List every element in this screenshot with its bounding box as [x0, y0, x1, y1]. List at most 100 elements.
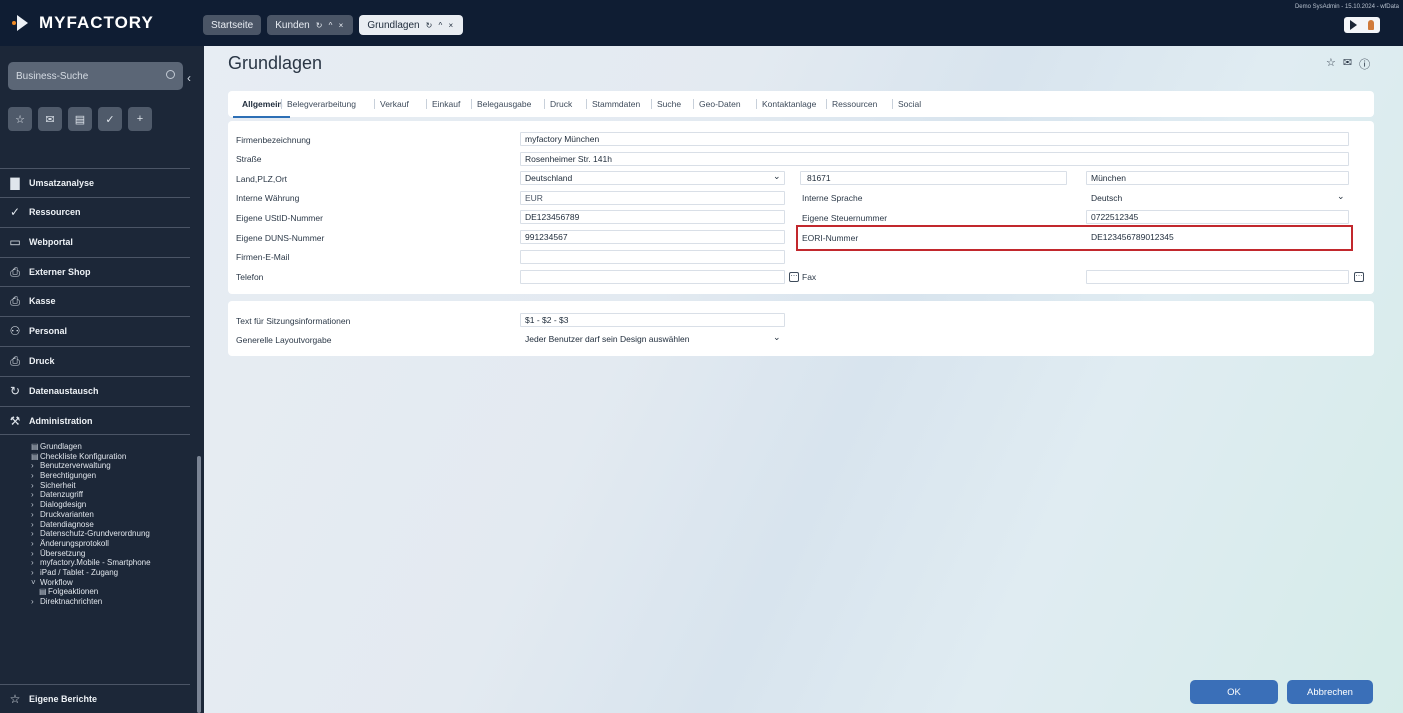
chevron-right-icon: › [31, 558, 34, 568]
star-icon: ☆ [9, 692, 21, 706]
tab-geo-daten[interactable]: Geo-Daten [699, 99, 741, 109]
chevron-down-icon[interactable]: ⌄ [773, 171, 781, 182]
subnav-folgeaktionen[interactable]: ▤Folgeaktionen [31, 587, 191, 597]
duns-field[interactable]: 991234567 [520, 230, 785, 244]
nav-label: Externer Shop [29, 267, 91, 277]
help-icon[interactable]: ⓘ [1359, 56, 1370, 72]
subnav-direktnachrichten[interactable]: › Direktnachrichten [31, 597, 191, 607]
chevron-down-icon[interactable]: ⌄ [1337, 191, 1345, 202]
home-button[interactable] [1344, 17, 1362, 33]
tab-grundlagen[interactable]: Grundlagen ↻ ^ × [359, 15, 464, 35]
tasks-icon[interactable]: ✓ [98, 107, 122, 131]
page-icon: ▤ [39, 587, 47, 597]
nav-personal[interactable]: ⚇ Personal [0, 316, 190, 345]
phone-dial-icon[interactable]: ⋯ [789, 272, 799, 282]
favorites-icon[interactable]: ☆ [8, 107, 32, 131]
tab-einkauf[interactable]: Einkauf [432, 99, 460, 109]
subnav-label: Datenzugriff [40, 490, 83, 500]
subnav-aenderungsprotokoll[interactable]: › Änderungsprotokoll [31, 539, 191, 549]
tab-ressourcen[interactable]: Ressourcen [832, 99, 877, 109]
chevron-down-icon[interactable]: ⌄ [773, 332, 781, 343]
page-icon: ▤ [31, 451, 39, 461]
tab-stammdaten[interactable]: Stammdaten [592, 99, 640, 109]
add-icon[interactable]: + [128, 107, 152, 131]
sprache-select[interactable]: Deutsch [1086, 191, 1349, 205]
plz-field[interactable]: 81671 [800, 171, 1067, 185]
nav-datenaustausch[interactable]: ↻ Datenaustausch [0, 376, 190, 405]
email-label: Firmen-E-Mail [236, 252, 290, 262]
subnav-label: Datenschutz-Grundverordnung [40, 529, 150, 539]
tab-controls-icon[interactable]: ↻ ^ × [316, 21, 346, 30]
chevron-right-icon: › [31, 519, 34, 529]
subnav-datenzugriff[interactable]: › Datenzugriff [31, 490, 191, 500]
subnav-grundlagen[interactable]: ▤Grundlagen [31, 442, 191, 452]
nav-webportal[interactable]: ▭ Webportal [0, 227, 190, 256]
cancel-button[interactable]: Abbrechen [1287, 680, 1373, 704]
nav-eigene-berichte[interactable]: ☆ Eigene Berichte [0, 684, 190, 713]
tab-kunden[interactable]: Kunden ↻ ^ × [267, 15, 354, 35]
subnav-dialogdesign[interactable]: › Dialogdesign [31, 500, 191, 510]
steuernummer-field[interactable]: 0722512345 [1086, 210, 1349, 224]
ustid-field[interactable]: DE123456789 [520, 210, 785, 224]
telefon-field[interactable] [520, 270, 785, 284]
subnav-label: Grundlagen [40, 442, 82, 451]
sync-icon: ↻ [9, 384, 21, 398]
subnav-ipad[interactable]: › iPad / Tablet - Zugang [31, 568, 191, 578]
tab-controls-icon[interactable]: ↻ ^ × [426, 21, 456, 30]
subnav-uebersetzung[interactable]: › Übersetzung [31, 549, 191, 559]
subnav-dsgvo[interactable]: › Datenschutz-Grundverordnung [31, 529, 191, 539]
nav-kasse[interactable]: ⎙ Kasse [0, 286, 190, 315]
layout-select[interactable]: Jeder Benutzer darf sein Design auswähle… [520, 332, 785, 346]
tab-belegverarbeitung[interactable]: Belegverarbeitung [287, 99, 356, 109]
sitzung-field[interactable]: $1 - $2 - $3 [520, 313, 785, 327]
tab-druck[interactable]: Druck [550, 99, 572, 109]
subnav-label: iPad / Tablet - Zugang [40, 567, 119, 577]
mail-icon[interactable]: ✉ [1343, 56, 1352, 72]
nav-ressourcen[interactable]: ✓ Ressourcen [0, 197, 190, 226]
ok-button[interactable]: OK [1190, 680, 1278, 704]
tab-belegausgabe[interactable]: Belegausgabe [477, 99, 531, 109]
tab-label: Grundlagen [367, 19, 420, 31]
subnav-benutzerverwaltung[interactable]: › Benutzerverwaltung [31, 461, 191, 471]
firmenbezeichnung-field[interactable]: myfactory München [520, 132, 1349, 146]
subnav-mobile[interactable]: › myfactory.Mobile - Smartphone [31, 558, 191, 568]
tab-suche[interactable]: Suche [657, 99, 681, 109]
tab-social[interactable]: Social [898, 99, 921, 109]
sitzung-label: Text für Sitzungsinformationen [236, 316, 351, 326]
tab-allgemein[interactable]: Allgemein [242, 99, 283, 109]
nav-umsatzanalyse[interactable]: ▇ Umsatzanalyse [0, 168, 190, 197]
subnav-workflow[interactable]: ˅ Workflow [31, 578, 191, 588]
user-avatar-button[interactable] [1362, 17, 1380, 33]
subnav-berechtigungen[interactable]: › Berechtigungen [31, 471, 191, 481]
ort-field[interactable]: München [1086, 171, 1349, 185]
tab-separator [544, 99, 545, 109]
strasse-field[interactable]: Rosenheimer Str. 141h [520, 152, 1349, 166]
calendar-icon[interactable]: ▤ [68, 107, 92, 131]
subnav-datendiagnose[interactable]: › Datendiagnose [31, 520, 191, 530]
nav-externer-shop[interactable]: ⎙ Externer Shop [0, 257, 190, 286]
subnav-sicherheit[interactable]: › Sicherheit [31, 481, 191, 491]
mail-icon[interactable]: ✉ [38, 107, 62, 131]
tab-kontaktanlage[interactable]: Kontaktanlage [762, 99, 816, 109]
email-field[interactable] [520, 250, 785, 264]
eori-highlight-box [796, 225, 1353, 251]
fax-field[interactable] [1086, 270, 1349, 284]
subnav-druckvarianten[interactable]: › Druckvarianten [31, 510, 191, 520]
subnav-label: Sicherheit [40, 480, 76, 490]
subnav-checkliste[interactable]: ▤Checkliste Konfiguration [31, 452, 191, 462]
favorite-star-icon[interactable]: ☆ [1326, 56, 1336, 72]
nav-druck[interactable]: ⎙ Druck [0, 346, 190, 375]
search-placeholder: Business-Suche [16, 70, 89, 82]
search-icon[interactable] [166, 70, 175, 79]
myfactory-logo[interactable]: MYFACTORY [12, 12, 154, 34]
fax-label: Fax [802, 272, 817, 282]
fax-dial-icon[interactable]: ⋯ [1354, 272, 1364, 282]
nav-administration[interactable]: ⚒ Administration [0, 406, 190, 435]
collapse-sidebar-icon[interactable]: ‹ [187, 71, 191, 85]
steuernummer-label: Eigene Steuernummer [802, 213, 888, 223]
sidebar-scrollbar[interactable] [197, 456, 201, 713]
country-select[interactable]: Deutschland [520, 171, 785, 185]
tab-verkauf[interactable]: Verkauf [380, 99, 409, 109]
business-search-input[interactable]: Business-Suche [8, 62, 183, 90]
tab-startseite[interactable]: Startseite [203, 15, 262, 35]
